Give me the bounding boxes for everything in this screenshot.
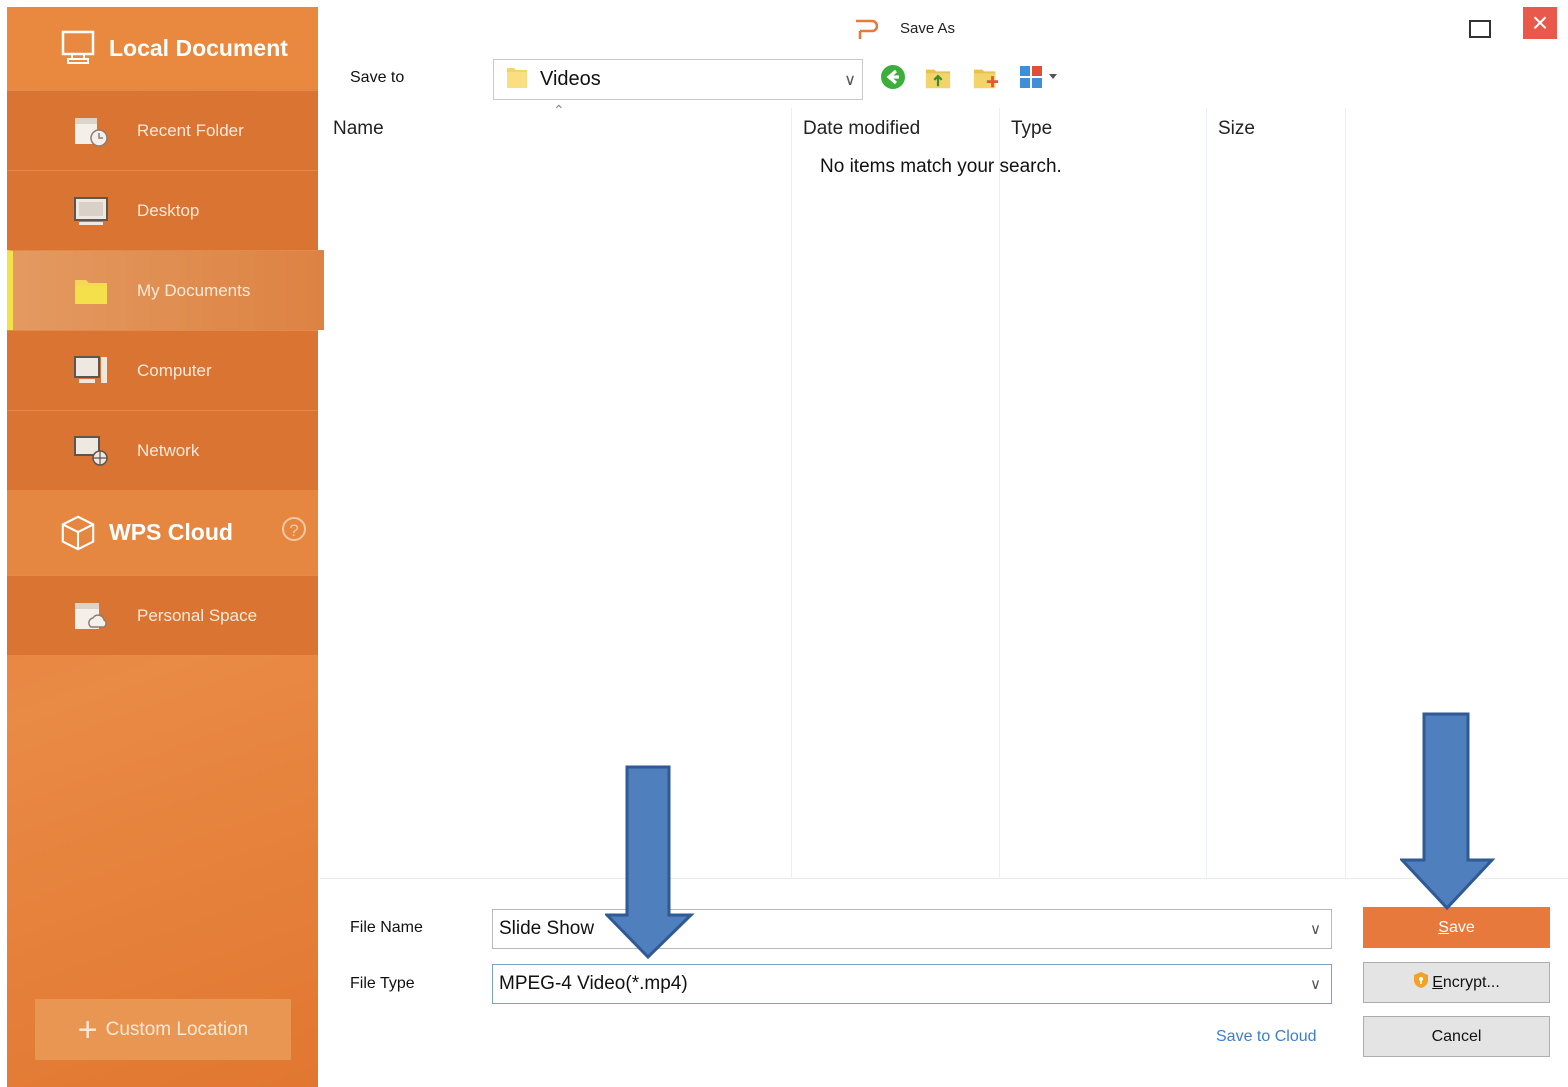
column-divider[interactable] [1206,108,1207,878]
save-label: ave [1448,918,1475,936]
file-name-value: Slide Show [499,918,595,939]
cube-icon [59,513,97,553]
plus-icon: + [77,1010,98,1049]
chevron-down-icon[interactable]: ∨ [1310,975,1321,993]
file-type-select[interactable]: MPEG-4 Video(*.mp4) ∨ [492,964,1332,1004]
new-folder-icon [973,69,999,89]
chevron-down-icon[interactable]: ∨ [1310,920,1321,938]
encrypt-button[interactable]: Encrypt... [1363,962,1550,1003]
cloud-folder-icon [73,598,109,634]
file-type-label: File Type [350,975,415,992]
chevron-down-icon: ∨ [844,72,856,89]
sidebar-item-network[interactable]: Network [7,410,318,490]
title-bar: Save As × [318,0,1568,55]
wps-presentation-logo-icon [854,18,879,45]
file-name-label: File Name [350,919,423,936]
sidebar-item-label: My Documents [137,280,251,300]
sidebar-item-recent-folder[interactable]: Recent Folder [7,90,318,170]
monitor-icon [59,28,97,68]
computer-icon [73,353,109,389]
wps-cloud-header[interactable]: WPS Cloud ? [7,490,318,575]
custom-location-label: Custom Location [105,1018,249,1040]
wps-cloud-title: WPS Cloud [109,519,233,545]
divider [320,878,1568,879]
help-icon[interactable]: ? [282,517,306,541]
annotation-arrow-down [605,765,695,960]
empty-list-message: No items match your search. [820,156,1062,177]
column-divider[interactable] [999,108,1000,878]
save-mnemonic: S [1438,918,1449,936]
sidebar-item-desktop[interactable]: Desktop [7,170,318,250]
back-button[interactable] [880,64,906,90]
desktop-icon [73,193,109,229]
close-button[interactable]: × [1523,7,1557,39]
column-header-name[interactable]: Name [333,118,384,140]
sidebar-item-my-documents[interactable]: My Documents [7,250,324,330]
sidebar: Local Document Recent Folder Desktop My … [7,7,324,1087]
recent-folder-icon [73,113,109,149]
up-folder-button[interactable] [925,64,951,90]
annotation-arrow-down [1400,712,1496,911]
column-header-date-modified[interactable]: Date modified [803,118,920,140]
column-header-size[interactable]: Size [1218,118,1255,140]
folder-icon [73,273,109,309]
encrypt-label: ncrypt... [1442,973,1500,991]
sort-ascending-icon: ⌃ [553,102,565,118]
sidebar-item-label: Personal Space [137,605,258,625]
local-document-title: Local Document [109,34,288,61]
custom-location-button[interactable]: + Custom Location [35,999,291,1060]
encrypt-mnemonic: E [1432,973,1443,991]
cancel-button[interactable]: Cancel [1363,1016,1550,1057]
column-divider[interactable] [791,108,792,878]
sidebar-item-computer[interactable]: Computer [7,330,318,410]
save-to-value: Videos [540,68,601,90]
maximize-button[interactable] [1469,20,1491,38]
sidebar-item-label: Recent Folder [137,120,244,140]
local-document-header[interactable]: Local Document [7,7,318,89]
new-folder-button[interactable] [973,64,999,90]
window-title: Save As [900,20,956,37]
save-button[interactable]: Save [1363,907,1550,948]
folder-icon [506,65,528,94]
view-grid-icon [1020,66,1057,88]
save-to-label: Save to [350,69,405,86]
sidebar-item-personal-space[interactable]: Personal Space [7,575,318,655]
save-to-dropdown[interactable]: Videos ∨ [493,59,863,100]
back-arrow-icon [881,65,905,89]
column-divider[interactable] [1345,108,1346,878]
file-list[interactable]: ⌃ Name Date modified Type Size No items … [320,102,1568,878]
view-mode-button[interactable] [1018,64,1062,90]
file-type-value: MPEG-4 Video(*.mp4) [499,973,688,994]
shield-key-icon [1413,971,1429,994]
sidebar-item-label: Computer [137,360,212,380]
sidebar-item-label: Desktop [137,200,200,220]
network-icon [73,433,109,469]
column-header-type[interactable]: Type [1011,118,1052,140]
cancel-label: Cancel [1431,1027,1482,1045]
up-folder-icon [925,69,951,89]
sidebar-item-label: Network [137,440,200,460]
save-to-cloud-link[interactable]: Save to Cloud [1216,1028,1317,1046]
